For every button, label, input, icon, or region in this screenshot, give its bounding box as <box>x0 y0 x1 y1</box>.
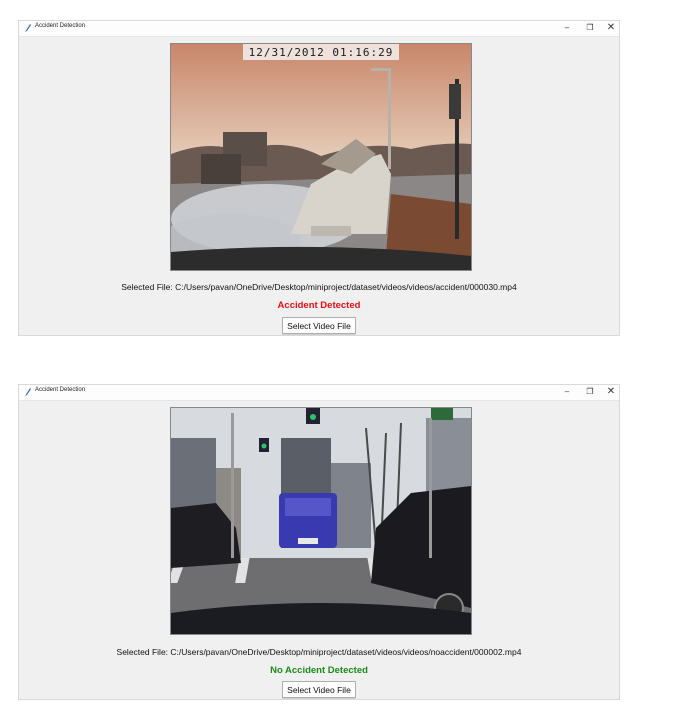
minimize-button[interactable]: – <box>559 22 575 34</box>
close-button[interactable]: ✕ <box>603 386 619 398</box>
video-frame: 12/31/2012 01:16:29 <box>170 43 472 271</box>
detection-status: Accident Detected <box>277 300 361 311</box>
selected-file-label: Selected File: C:/Users/pavan/OneDrive/D… <box>121 282 517 292</box>
feather-app-icon <box>25 24 31 32</box>
close-button[interactable]: ✕ <box>603 22 619 34</box>
title-bar[interactable]: Accident Detection – ❐ ✕ <box>19 385 619 401</box>
select-video-file-button[interactable]: Select Video File <box>282 317 356 334</box>
selected-file-label: Selected File: C:/Users/pavan/OneDrive/D… <box>116 647 522 657</box>
select-video-file-button[interactable]: Select Video File <box>282 681 356 698</box>
maximize-button[interactable]: ❐ <box>582 22 598 34</box>
video-frame-street-scene <box>171 408 471 634</box>
app-window-no-accident: Accident Detection – ❐ ✕ Selected File: … <box>18 384 620 700</box>
video-frame <box>170 407 472 635</box>
maximize-button[interactable]: ❐ <box>582 386 598 398</box>
title-bar[interactable]: Accident Detection – ❐ ✕ <box>19 21 619 37</box>
feather-app-icon <box>25 388 31 396</box>
minimize-button[interactable]: – <box>559 386 575 398</box>
window-title: Accident Detection <box>35 23 86 29</box>
window-title: Accident Detection <box>35 387 86 393</box>
video-timestamp: 12/31/2012 01:16:29 <box>249 46 394 59</box>
detection-status: No Accident Detected <box>270 665 368 676</box>
video-frame-accident-scene: 12/31/2012 01:16:29 <box>171 44 471 270</box>
app-window-accident: Accident Detection – ❐ ✕ 12/31/2012 01:1… <box>18 20 620 336</box>
